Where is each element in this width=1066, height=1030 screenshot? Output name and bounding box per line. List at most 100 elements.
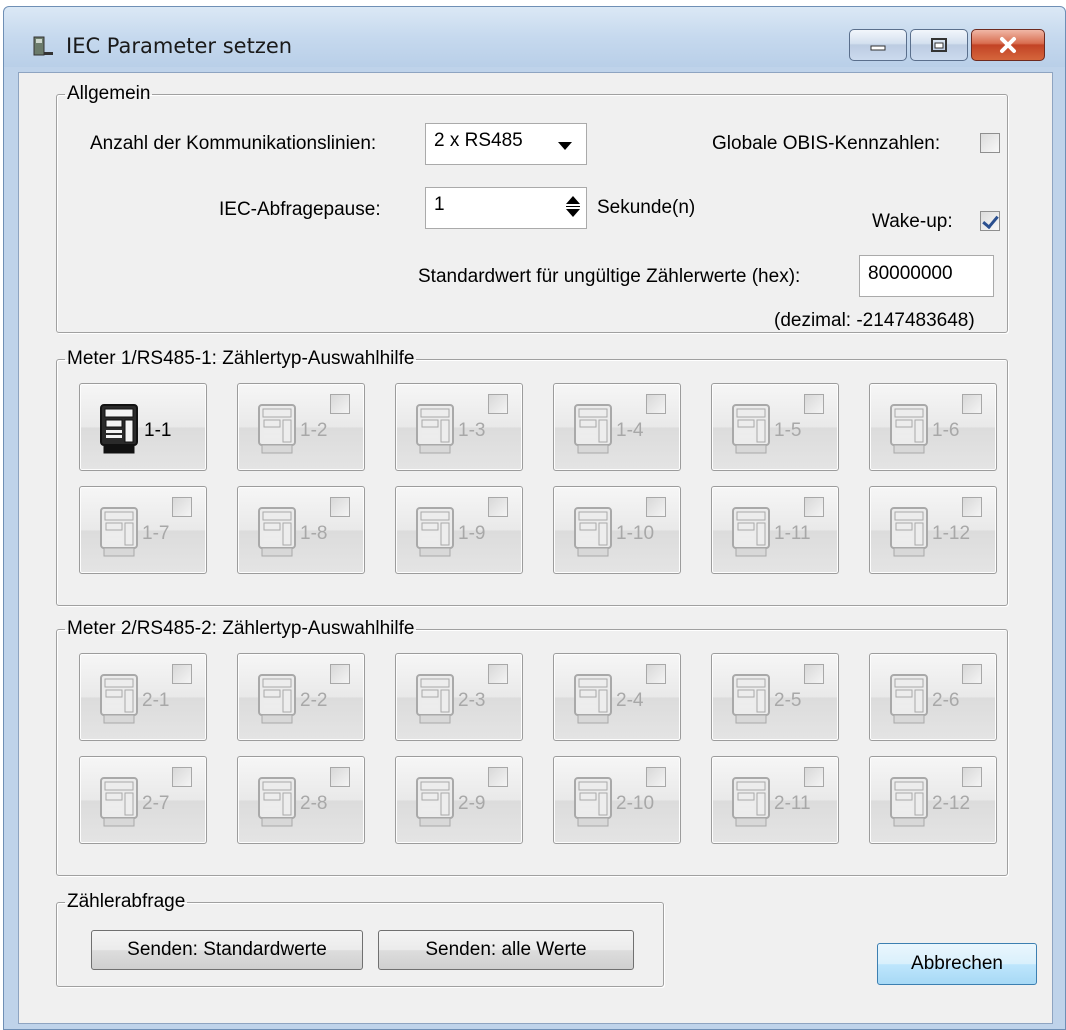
meter-type-button[interactable]: 2-5: [711, 653, 839, 741]
electricity-meter-icon: [100, 404, 138, 454]
meter-select-checkbox[interactable]: [172, 664, 192, 684]
meter-type-button[interactable]: 2-3: [395, 653, 523, 741]
meter-button-label: 2-10: [616, 793, 655, 814]
meter-button-label: 2-11: [774, 793, 811, 814]
meter-type-button[interactable]: 1-7: [79, 486, 207, 574]
close-button[interactable]: [971, 29, 1045, 61]
electricity-meter-icon: [732, 674, 770, 724]
meter-select-checkbox[interactable]: [488, 767, 508, 787]
meter-select-checkbox[interactable]: [804, 767, 824, 787]
meter-select-checkbox[interactable]: [172, 767, 192, 787]
meter-select-checkbox[interactable]: [488, 497, 508, 517]
meter-type-button[interactable]: 1-10: [553, 486, 681, 574]
meter-select-checkbox[interactable]: [804, 394, 824, 414]
meter-button-label: 2-9: [458, 793, 486, 814]
maximize-icon: [931, 38, 947, 52]
electricity-meter-icon: [732, 404, 770, 454]
meter-select-checkbox[interactable]: [962, 767, 982, 787]
meter-select-checkbox[interactable]: [646, 394, 666, 414]
global-obis-checkbox[interactable]: [980, 133, 1000, 153]
window-title: IEC Parameter setzen: [66, 34, 293, 58]
meter-select-checkbox[interactable]: [804, 497, 824, 517]
spinner-arrows-icon[interactable]: [566, 196, 580, 220]
meter-select-checkbox[interactable]: [646, 767, 666, 787]
meter-button-label: 1-9: [458, 523, 486, 544]
electricity-meter-icon: [574, 507, 612, 557]
meter-button-label: 2-4: [616, 690, 644, 711]
meter-type-button[interactable]: 1-2: [237, 383, 365, 471]
chevron-down-icon: [558, 142, 572, 150]
meter-select-checkbox[interactable]: [330, 664, 350, 684]
meter-type-button[interactable]: 2-1: [79, 653, 207, 741]
query-group-legend: Zählerabfrage: [67, 891, 186, 912]
electricity-meter-icon: [416, 404, 454, 454]
meter-select-checkbox[interactable]: [330, 394, 350, 414]
meter-button-label: 2-2: [300, 690, 328, 711]
meter-type-button[interactable]: 2-2: [237, 653, 365, 741]
meter-select-checkbox[interactable]: [330, 497, 350, 517]
meter-type-button[interactable]: 2-9: [395, 756, 523, 844]
electricity-meter-icon: [890, 404, 928, 454]
meter-type-button[interactable]: 1-6: [869, 383, 997, 471]
meter-type-button[interactable]: 2-7: [79, 756, 207, 844]
meter-type-button[interactable]: 2-11: [711, 756, 839, 844]
meter-type-button[interactable]: 1-9: [395, 486, 523, 574]
electricity-meter-icon: [574, 777, 612, 827]
meter-select-checkbox[interactable]: [646, 664, 666, 684]
meter-select-checkbox[interactable]: [962, 664, 982, 684]
maximize-button[interactable]: [910, 29, 968, 61]
electricity-meter-icon: [890, 777, 928, 827]
meter-select-checkbox[interactable]: [962, 394, 982, 414]
electricity-meter-icon: [100, 507, 138, 557]
app-icon: [33, 36, 53, 56]
meter-select-checkbox[interactable]: [962, 497, 982, 517]
meter-select-checkbox[interactable]: [330, 767, 350, 787]
meter1-group-legend: Meter 1/RS485-1: Zählertyp-Auswahlhilfe: [67, 348, 415, 369]
electricity-meter-icon: [258, 507, 296, 557]
invalid-default-input[interactable]: 80000000: [859, 255, 994, 297]
comm-lines-dropdown[interactable]: 2 x RS485: [425, 123, 587, 165]
caption-buttons: [849, 29, 1045, 61]
meter-type-button[interactable]: 1-4: [553, 383, 681, 471]
meter-button-label: 2-8: [300, 793, 328, 814]
send-all-button[interactable]: Senden: alle Werte: [378, 930, 634, 970]
comm-lines-label: Anzahl der Kommunikationslinien:: [90, 133, 377, 154]
meter-select-checkbox[interactable]: [172, 497, 192, 517]
invalid-default-value: 80000000: [868, 263, 953, 284]
wakeup-checkbox[interactable]: [980, 211, 1000, 231]
minimize-button[interactable]: [849, 29, 907, 61]
meter-type-button[interactable]: 2-8: [237, 756, 365, 844]
electricity-meter-icon: [416, 777, 454, 827]
meter-type-button[interactable]: 2-4: [553, 653, 681, 741]
electricity-meter-icon: [890, 674, 928, 724]
meter-type-button[interactable]: 1-1: [79, 383, 207, 471]
meter-type-button[interactable]: 2-12: [869, 756, 997, 844]
meter-select-checkbox[interactable]: [488, 664, 508, 684]
electricity-meter-icon: [732, 777, 770, 827]
send-defaults-button[interactable]: Senden: Standardwerte: [91, 930, 363, 970]
electricity-meter-icon: [258, 777, 296, 827]
meter-button-label: 2-1: [142, 690, 170, 711]
meter-type-button[interactable]: 1-8: [237, 486, 365, 574]
electricity-meter-icon: [100, 777, 138, 827]
meter-type-button[interactable]: 1-12: [869, 486, 997, 574]
dialog-client-area: Allgemein Anzahl der Kommunikationslinie…: [18, 72, 1053, 1024]
meter-button-label: 1-7: [142, 523, 170, 544]
poll-pause-spinner[interactable]: 1: [425, 187, 587, 229]
meter-type-button[interactable]: 1-11: [711, 486, 839, 574]
meter-type-button[interactable]: 1-5: [711, 383, 839, 471]
meter-select-checkbox[interactable]: [804, 664, 824, 684]
electricity-meter-icon: [574, 674, 612, 724]
meter-type-button[interactable]: 2-10: [553, 756, 681, 844]
meter-type-button[interactable]: 1-3: [395, 383, 523, 471]
comm-lines-value: 2 x RS485: [434, 130, 523, 151]
electricity-meter-icon: [732, 507, 770, 557]
cancel-button[interactable]: Abbrechen: [877, 943, 1037, 985]
poll-pause-label: IEC-Abfragepause:: [219, 199, 381, 220]
meter-select-checkbox[interactable]: [646, 497, 666, 517]
electricity-meter-icon: [258, 674, 296, 724]
meter-select-checkbox[interactable]: [488, 394, 508, 414]
meter2-group-legend: Meter 2/RS485-2: Zählertyp-Auswahlhilfe: [67, 618, 415, 639]
decimal-note: (dezimal: -2147483648): [774, 310, 975, 331]
meter-type-button[interactable]: 2-6: [869, 653, 997, 741]
